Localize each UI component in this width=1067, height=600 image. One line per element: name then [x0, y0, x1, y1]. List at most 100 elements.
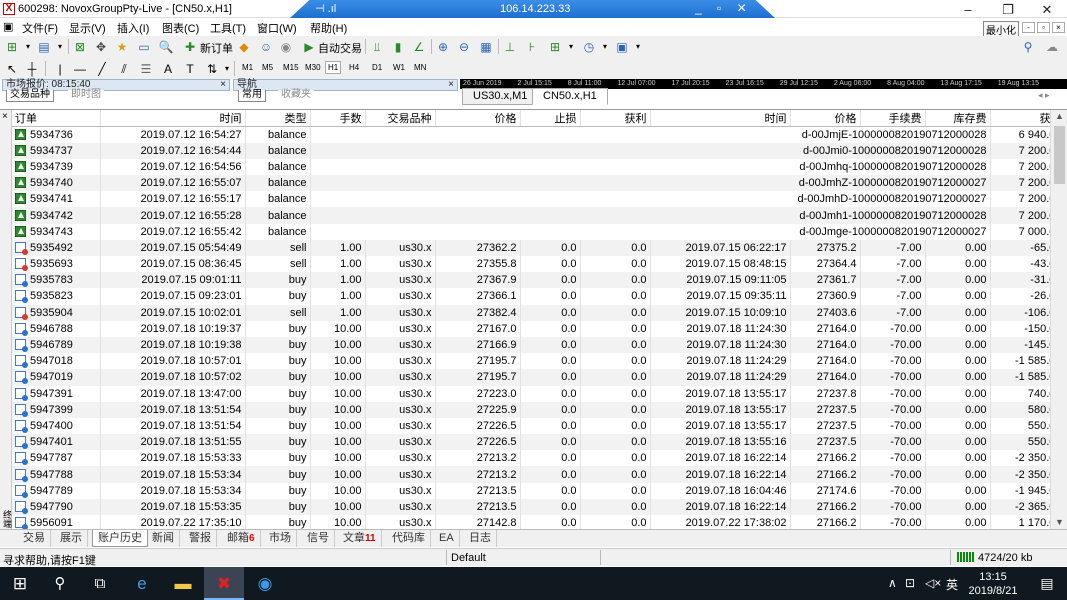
col-tp[interactable]: 获利 [580, 110, 651, 127]
tester-icon[interactable]: 🔍 [158, 39, 174, 55]
metaeditor-icon[interactable]: ◆ [236, 39, 252, 55]
table-row[interactable]: 5947391 2019.07.18 13:47:00 buy 10.00 us30.x… [12, 385, 1066, 402]
channel-icon[interactable]: ⫽ [116, 61, 132, 77]
minimize-button[interactable]: – [948, 2, 988, 17]
profile-name[interactable]: Default [451, 552, 486, 564]
new-order-icon[interactable]: ✚ [182, 39, 198, 55]
close-button[interactable]: ✕ [1027, 2, 1067, 18]
table-row[interactable]: 5934736 2019.07.12 16:54:27 balance d-00Jmj… [12, 126, 1066, 143]
table-row[interactable]: 5935492 2019.07.15 05:54:49 sell 1.00 us30.x… [12, 239, 1066, 256]
auto-scroll-icon[interactable]: ⊦ [524, 39, 540, 55]
col-sl[interactable]: 止损 [520, 110, 581, 127]
bottom-tab[interactable]: 邮箱6 [222, 530, 261, 547]
tab-common[interactable]: 常用 [238, 90, 266, 102]
bottom-tab[interactable]: 日志 [464, 530, 497, 547]
fibonacci-icon[interactable]: ☰ [138, 61, 154, 77]
chart-tab-us30[interactable]: US30.x,M1 [462, 88, 539, 105]
indicators-icon[interactable]: ⊞ [547, 39, 563, 55]
timeframe-w1[interactable]: W1 [390, 61, 408, 74]
table-row[interactable]: 5946788 2019.07.18 10:19:37 buy 10.00 us30.x… [12, 320, 1066, 337]
bottom-tab[interactable]: 文章11 [338, 530, 382, 547]
remote-window-controls[interactable]: _ ▫ ✕ [695, 1, 753, 15]
network-icon[interactable]: ⊡ [905, 576, 915, 590]
table-row[interactable]: 5947789 2019.07.18 15:53:34 buy 10.00 us30.x… [12, 482, 1066, 499]
periods-icon[interactable]: ◷ [581, 39, 597, 55]
trendline-icon[interactable]: ╱ [94, 61, 110, 77]
tray-expand-icon[interactable]: ∧ [888, 576, 897, 590]
new-order-button[interactable]: 新订单 [200, 40, 233, 56]
arrows-icon[interactable]: ⇅ [204, 61, 220, 77]
auto-trading-icon[interactable]: ▶ [301, 39, 317, 55]
menu-window[interactable]: 窗口(W) [257, 20, 297, 36]
bottom-tab[interactable]: EA [434, 530, 460, 547]
timeframe-m5[interactable]: M5 [259, 61, 276, 74]
close-icon[interactable]: × [448, 80, 454, 90]
bottom-tab[interactable]: 交易 [18, 530, 51, 547]
chart-window-icon[interactable]: ▣ [3, 20, 13, 33]
bottom-tab[interactable]: 展示 [55, 530, 88, 547]
horizontal-line-icon[interactable]: — [72, 61, 88, 77]
dropdown-icon[interactable]: ▾ [597, 39, 613, 55]
table-row[interactable]: 5947399 2019.07.18 13:51:54 buy 10.00 us30.x… [12, 401, 1066, 418]
col-commission[interactable]: 手续费 [860, 110, 926, 127]
table-row[interactable]: 5935904 2019.07.15 10:02:01 sell 1.00 us30.x… [12, 304, 1066, 321]
notifications-icon[interactable]: ▤ [1027, 567, 1067, 600]
line-chart-icon[interactable]: ∠ [411, 39, 427, 55]
bottom-tab[interactable]: 代码库 [387, 530, 431, 547]
vertical-scrollbar[interactable]: ▲ ▼ [1050, 110, 1067, 530]
table-row[interactable]: 5947787 2019.07.18 15:53:33 buy 10.00 us30.x… [12, 450, 1066, 467]
text-icon[interactable]: A [160, 61, 176, 77]
timeframe-mn[interactable]: MN [411, 61, 429, 74]
new-chart-icon[interactable]: ⊞ [4, 39, 20, 55]
col-time[interactable]: 时间 [100, 110, 246, 127]
table-row[interactable]: 5947018 2019.07.18 10:57:01 buy 10.00 us30.x… [12, 353, 1066, 370]
menu-insert[interactable]: 插入(I) [117, 20, 149, 36]
table-row[interactable]: 5947401 2019.07.18 13:51:55 buy 10.00 us30.x… [12, 434, 1066, 451]
col-close-price[interactable]: 价格 [790, 110, 861, 127]
tab-favorites[interactable]: 收藏夹 [278, 90, 314, 102]
table-row[interactable]: 5935693 2019.07.15 08:36:45 sell 1.00 us30.x… [12, 256, 1066, 273]
table-row[interactable]: 5934739 2019.07.12 16:54:56 balance d-00Jmh… [12, 158, 1066, 176]
table-row[interactable]: 5934743 2019.07.12 16:55:42 balance d-00Jmg… [12, 223, 1066, 240]
child-close-button[interactable]: × [1052, 22, 1065, 33]
profiles-icon[interactable]: ▤ [36, 39, 52, 55]
dropdown-icon[interactable]: ▾ [52, 39, 68, 55]
remote-app-icon[interactable]: ◉ [245, 567, 285, 600]
vertical-line-icon[interactable]: | [52, 61, 68, 77]
timeframe-m1[interactable]: M1 [239, 61, 256, 74]
ime-indicator[interactable]: 英 [946, 576, 958, 593]
search-icon[interactable]: ⚲ [40, 567, 80, 600]
timeframe-m15[interactable]: M15 [280, 61, 302, 74]
timeframe-m30[interactable]: M30 [302, 61, 324, 74]
app-icon[interactable]: X [3, 3, 15, 15]
dropdown-icon[interactable]: ▾ [219, 61, 235, 77]
tab-symbols[interactable]: 交易品种 [6, 90, 54, 102]
edge-browser-icon[interactable]: e [122, 567, 162, 600]
bottom-tab[interactable]: 新闻 [147, 530, 180, 547]
dropdown-icon[interactable]: ▾ [20, 39, 36, 55]
signals-icon[interactable]: ☺ [258, 39, 274, 55]
zoom-out-icon[interactable]: ⊖ [456, 39, 472, 55]
chart-tab-cn50[interactable]: CN50.x,H1 [532, 88, 608, 105]
table-row[interactable]: 5934740 2019.07.12 16:55:07 balance d-00Jmh… [12, 175, 1066, 192]
menu-help[interactable]: 帮助(H) [310, 20, 347, 36]
tile-windows-icon[interactable]: ▦ [478, 39, 494, 55]
terminal-icon[interactable]: ▭ [136, 39, 152, 55]
market-watch-icon[interactable]: ⊠ [72, 39, 88, 55]
search-icon[interactable]: ⚲ [1020, 39, 1036, 55]
bottom-tab[interactable]: 信号 [302, 530, 335, 547]
tab-tick-chart[interactable]: 即时图 [68, 90, 104, 102]
col-type[interactable]: 类型 [245, 110, 311, 127]
menu-chart[interactable]: 图表(C) [162, 20, 199, 36]
child-minimize-button[interactable]: - [1022, 22, 1035, 33]
chart-shift-icon[interactable]: ⊥ [502, 39, 518, 55]
close-icon[interactable]: × [2, 111, 8, 122]
col-order[interactable]: 订单 [12, 110, 101, 127]
scroll-up-icon[interactable]: ▲ [1055, 111, 1064, 121]
table-row[interactable]: 5947790 2019.07.18 15:53:35 buy 10.00 us30.x… [12, 498, 1066, 515]
table-row[interactable]: 5947019 2019.07.18 10:57:02 buy 10.00 us30.x… [12, 369, 1066, 386]
navigator-icon[interactable]: ★ [114, 39, 130, 55]
menu-tools[interactable]: 工具(T) [210, 20, 246, 36]
chat-icon[interactable]: ☁ [1044, 39, 1060, 55]
table-row[interactable]: 5947400 2019.07.18 13:51:54 buy 10.00 us30.x… [12, 417, 1066, 435]
